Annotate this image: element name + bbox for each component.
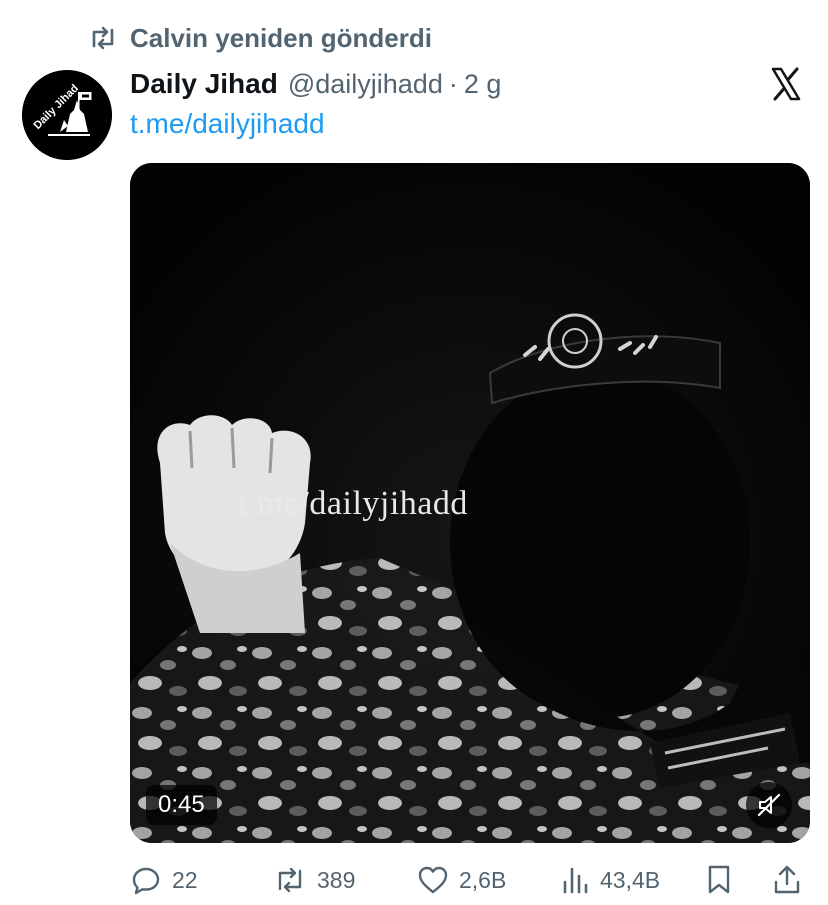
separator-dot: · bbox=[448, 68, 458, 99]
repost-button[interactable]: 389 bbox=[273, 860, 355, 900]
views-count: 43,4B bbox=[600, 866, 661, 893]
video-watermark: t.me/dailyjihadd bbox=[238, 485, 468, 522]
views-chart-icon bbox=[563, 867, 588, 894]
avatar[interactable]: Daily Jihad bbox=[22, 70, 112, 160]
views-button[interactable]: 43,4B bbox=[562, 860, 660, 900]
post-time[interactable]: 2 g bbox=[464, 69, 502, 100]
share-icon bbox=[774, 865, 800, 894]
social-context-label: Calvin yeniden gönderdi bbox=[130, 22, 432, 53]
video-duration: 0:45 bbox=[146, 785, 217, 825]
share-button[interactable] bbox=[772, 860, 802, 900]
bookmark-icon bbox=[708, 865, 730, 894]
post-link[interactable]: t.me/dailyjihadd bbox=[130, 108, 325, 140]
video-player[interactable]: t.me/dailyjihadd 0:45 bbox=[130, 163, 810, 843]
speaker-muted-icon bbox=[757, 793, 781, 817]
like-button[interactable]: 2,6B bbox=[417, 860, 506, 900]
avatar-image: Daily Jihad bbox=[22, 70, 112, 160]
video-frame bbox=[130, 163, 810, 843]
mute-button[interactable] bbox=[746, 782, 792, 828]
post-header: Daily Jihad @dailyjihadd · 2 g bbox=[130, 64, 501, 104]
x-logo-icon[interactable] bbox=[766, 64, 806, 104]
like-count: 2,6B bbox=[459, 866, 507, 893]
repost-icon bbox=[278, 867, 302, 893]
reply-icon bbox=[132, 867, 160, 895]
reply-button[interactable]: 22 bbox=[130, 860, 198, 900]
reply-count: 22 bbox=[172, 866, 198, 893]
action-bar: 22 389 2,6B 43,4B bbox=[130, 860, 810, 900]
retweet-icon bbox=[92, 26, 114, 50]
author-handle[interactable]: @dailyjihadd bbox=[288, 69, 443, 100]
bookmark-button[interactable] bbox=[705, 860, 733, 900]
heart-icon bbox=[418, 866, 448, 894]
author-name[interactable]: Daily Jihad bbox=[130, 68, 278, 100]
social-context[interactable]: Calvin yeniden gönderdi bbox=[88, 18, 432, 58]
repost-count: 389 bbox=[317, 866, 356, 893]
